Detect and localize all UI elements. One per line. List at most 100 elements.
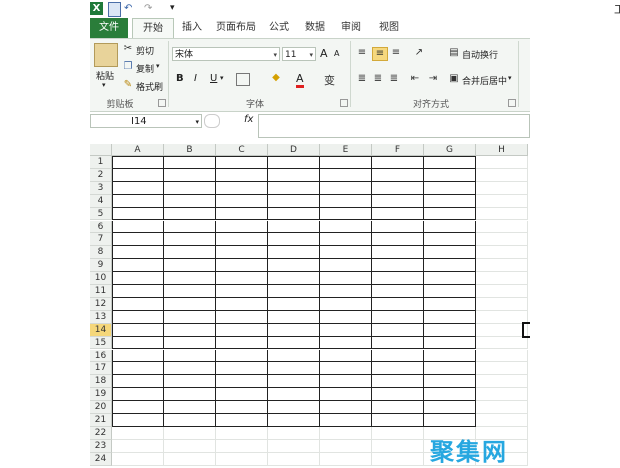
cell-g7[interactable]	[424, 233, 476, 247]
cell-c18[interactable]	[216, 375, 268, 389]
cell-g1[interactable]	[424, 156, 476, 169]
cell-g13[interactable]	[424, 310, 476, 324]
row-header-3[interactable]: 3	[90, 181, 112, 195]
cell-a20[interactable]	[112, 401, 164, 414]
copy-dropdown-icon[interactable]: ▾	[156, 62, 160, 70]
cell-a11[interactable]	[112, 285, 164, 298]
cell-f7[interactable]	[372, 233, 424, 247]
cell-e9[interactable]	[320, 259, 372, 273]
cell-d13[interactable]	[268, 310, 320, 324]
cell-g10[interactable]	[424, 272, 476, 285]
cell-d15[interactable]	[268, 336, 320, 350]
cell-e1[interactable]	[320, 156, 372, 169]
cell-c17[interactable]	[216, 362, 268, 376]
cell-h6[interactable]	[476, 220, 528, 234]
row-header-22[interactable]: 22	[90, 426, 112, 440]
tab-page-layout[interactable]: 页面布局	[212, 18, 260, 38]
align-right-icon[interactable]: ≣	[388, 73, 400, 85]
wrap-text-button[interactable]: 自动换行	[462, 48, 498, 61]
cell-e23[interactable]	[320, 439, 372, 453]
copy-button[interactable]: 复制	[136, 62, 154, 75]
cell-c11[interactable]	[216, 285, 268, 298]
font-size-select[interactable]: 11 ▾	[282, 47, 316, 61]
cell-a6[interactable]	[112, 220, 164, 234]
cell-c4[interactable]	[216, 194, 268, 208]
cell-f18[interactable]	[372, 375, 424, 389]
cell-c22[interactable]	[216, 426, 268, 440]
cell-d3[interactable]	[268, 181, 320, 195]
cell-h14[interactable]	[476, 323, 528, 337]
cell-h15[interactable]	[476, 336, 528, 350]
cell-e8[interactable]	[320, 246, 372, 260]
cell-c6[interactable]	[216, 220, 268, 234]
cell-d23[interactable]	[268, 439, 320, 453]
cell-c8[interactable]	[216, 246, 268, 260]
fill-color-icon[interactable]: ◆	[270, 72, 282, 84]
cell-h13[interactable]	[476, 310, 528, 324]
cell-g14[interactable]	[424, 323, 476, 337]
cell-f8[interactable]	[372, 246, 424, 260]
decrease-indent-icon[interactable]: ⇤	[408, 73, 422, 85]
cell-g2[interactable]	[424, 168, 476, 182]
cell-b3[interactable]	[164, 181, 216, 195]
row-header-18[interactable]: 18	[90, 375, 112, 389]
chevron-down-icon[interactable]: ▾	[195, 115, 199, 129]
cell-c3[interactable]	[216, 181, 268, 195]
cell-g15[interactable]	[424, 336, 476, 350]
cell-c15[interactable]	[216, 336, 268, 350]
cell-c24[interactable]	[216, 452, 268, 466]
row-header-9[interactable]: 9	[90, 259, 112, 273]
cell-a9[interactable]	[112, 259, 164, 273]
cell-a24[interactable]	[112, 452, 164, 466]
cell-c19[interactable]	[216, 388, 268, 402]
cell-a23[interactable]	[112, 439, 164, 453]
redo-icon[interactable]: ↷	[144, 2, 158, 15]
cell-d11[interactable]	[268, 285, 320, 298]
align-middle-icon[interactable]: ≡	[372, 47, 388, 61]
cell-h17[interactable]	[476, 362, 528, 376]
cell-f5[interactable]	[372, 207, 424, 221]
cell-g6[interactable]	[424, 220, 476, 234]
cell-h7[interactable]	[476, 233, 528, 247]
merge-dropdown-icon[interactable]: ▾	[508, 74, 512, 82]
cell-f6[interactable]	[372, 220, 424, 234]
cell-h10[interactable]	[476, 272, 528, 285]
cell-f1[interactable]	[372, 156, 424, 169]
cell-e10[interactable]	[320, 272, 372, 285]
cell-e17[interactable]	[320, 362, 372, 376]
cell-g18[interactable]	[424, 375, 476, 389]
cell-f12[interactable]	[372, 297, 424, 311]
cell-d20[interactable]	[268, 401, 320, 414]
row-header-21[interactable]: 21	[90, 414, 112, 427]
align-bottom-icon[interactable]: ≡	[390, 47, 402, 59]
cell-g9[interactable]	[424, 259, 476, 273]
customize-toolbar-icon[interactable]: ▾	[170, 2, 180, 15]
cell-h21[interactable]	[476, 414, 528, 427]
column-header-g[interactable]: G	[424, 144, 476, 156]
paste-icon[interactable]	[94, 43, 118, 67]
cell-d17[interactable]	[268, 362, 320, 376]
shrink-font-button[interactable]: A	[334, 49, 339, 58]
cell-d5[interactable]	[268, 207, 320, 221]
cell-a2[interactable]	[112, 168, 164, 182]
cell-d19[interactable]	[268, 388, 320, 402]
cell-a5[interactable]	[112, 207, 164, 221]
cell-e2[interactable]	[320, 168, 372, 182]
cell-d24[interactable]	[268, 452, 320, 466]
row-header-14[interactable]: 14	[90, 323, 112, 337]
cell-e22[interactable]	[320, 426, 372, 440]
row-header-23[interactable]: 23	[90, 439, 112, 453]
cell-g11[interactable]	[424, 285, 476, 298]
cell-b23[interactable]	[164, 439, 216, 453]
font-name-select[interactable]: 宋体 ▾	[172, 47, 280, 61]
tab-review[interactable]: 审阅	[336, 18, 366, 38]
cell-c20[interactable]	[216, 401, 268, 414]
cell-a17[interactable]	[112, 362, 164, 376]
cell-c21[interactable]	[216, 414, 268, 427]
cell-d8[interactable]	[268, 246, 320, 260]
cell-a22[interactable]	[112, 426, 164, 440]
cell-g16[interactable]	[424, 349, 476, 363]
row-header-5[interactable]: 5	[90, 207, 112, 221]
cell-f2[interactable]	[372, 168, 424, 182]
cell-c14[interactable]	[216, 323, 268, 337]
